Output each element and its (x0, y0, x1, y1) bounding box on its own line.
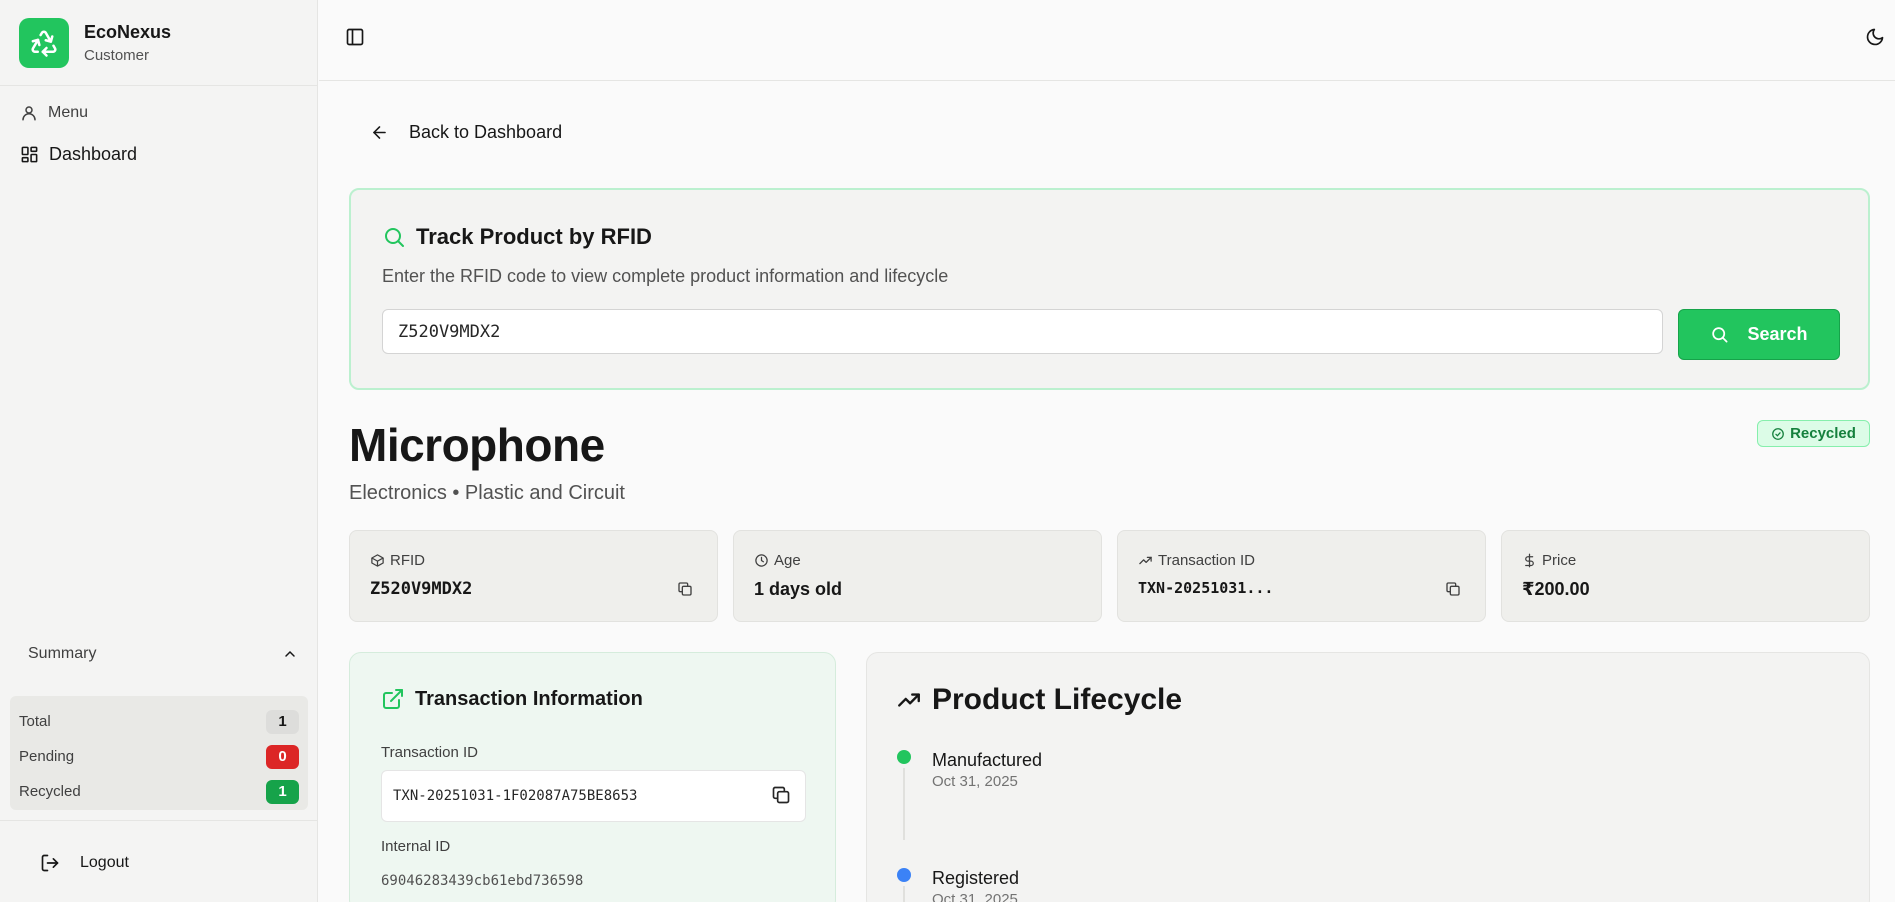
sidebar-item-label: Dashboard (49, 144, 138, 164)
product-subtitle: Electronics • Plastic and Circuit (349, 482, 625, 504)
lifecycle-title-text: Product Lifecycle (932, 683, 1183, 716)
sidebar: EcoNexus Customer Menu Dashboard Summary… (0, 0, 318, 902)
summary-toggle[interactable]: Summary (28, 645, 298, 663)
copy-icon (772, 786, 790, 804)
copy-transaction-id-button[interactable] (771, 785, 791, 809)
timeline-event-date: Oct 31, 2025 (932, 773, 1018, 790)
stat-card-transaction: Transaction ID TXN-20251031... (1117, 530, 1486, 622)
timeline-connector (903, 886, 905, 902)
search-button-label: Search (1747, 324, 1808, 344)
summary-panel: Total 1 Pending 0 Recycled 1 (10, 696, 308, 810)
summary-label: Recycled (19, 783, 81, 800)
transaction-info-card: Transaction Information Transaction ID T… (349, 652, 836, 902)
recycle-icon (19, 17, 69, 68)
summary-title: Summary (28, 645, 97, 662)
sidebar-toggle-button[interactable] (345, 27, 365, 52)
search-icon (385, 228, 404, 247)
stat-label: Age (754, 552, 801, 569)
track-description: Enter the RFID code to view complete pro… (382, 266, 949, 286)
arrow-left-icon (373, 126, 386, 139)
copy-icon (678, 582, 692, 596)
stat-card-rfid: RFID Z520V9MDX2 (349, 530, 718, 622)
count-badge: 0 (266, 744, 299, 769)
summary-row-recycled: Recycled 1 (19, 774, 299, 809)
back-to-dashboard-link[interactable]: Back to Dashboard (370, 122, 562, 143)
internal-id-value: 69046283439cb61ebd736598 (381, 873, 584, 889)
layout-dashboard-icon (21, 146, 38, 163)
clock-icon (755, 554, 768, 567)
trending-up-icon (1139, 556, 1152, 565)
search-icon (1712, 327, 1728, 343)
moon-icon (1866, 28, 1884, 46)
status-label: Recycled (1790, 425, 1856, 442)
logout-button[interactable]: Logout (40, 853, 129, 873)
transaction-title: Transaction Information (381, 687, 643, 711)
stat-label-text: RFID (390, 552, 425, 569)
summary-label: Pending (19, 748, 75, 765)
timeline-dot (897, 750, 911, 764)
logout-label: Logout (80, 854, 129, 871)
copy-transaction-button[interactable] (1445, 581, 1461, 602)
stat-label-text: Transaction ID (1158, 552, 1255, 569)
stat-label-text: Age (774, 552, 801, 569)
stat-label: Transaction ID (1138, 552, 1255, 569)
internal-id-label: Internal ID (381, 838, 451, 855)
summary-row-pending: Pending 0 (19, 739, 299, 774)
copy-icon (1446, 582, 1460, 596)
track-title: Track Product by RFID (382, 224, 652, 250)
back-label: Back to Dashboard (409, 122, 563, 142)
stat-value: 1 days old (754, 579, 843, 599)
brand-name: EcoNexus (84, 21, 172, 42)
product-lifecycle-card: Product Lifecycle Manufactured Oct 31, 2… (866, 652, 1870, 902)
user-icon (22, 106, 36, 121)
logout-icon (41, 854, 59, 872)
stat-label: RFID (370, 552, 425, 569)
track-title-text: Track Product by RFID (416, 224, 652, 249)
transaction-title-text: Transaction Information (415, 687, 643, 710)
lifecycle-title: Product Lifecycle (896, 683, 1182, 717)
menu-label-text: Menu (48, 104, 89, 121)
transaction-id-label: Transaction ID (381, 744, 478, 761)
copy-rfid-button[interactable] (677, 581, 693, 602)
status-badge: Recycled (1757, 420, 1870, 447)
check-circle-icon (1772, 427, 1784, 440)
stat-label-text: Price (1542, 552, 1577, 569)
summary-row-total: Total 1 (19, 704, 299, 739)
count-badge: 1 (266, 709, 299, 734)
theme-toggle-button[interactable] (1865, 27, 1885, 52)
stat-card-age: Age 1 days old (733, 530, 1102, 622)
track-product-card: Track Product by RFID Enter the RFID cod… (349, 188, 1870, 390)
stat-value: TXN-20251031... (1138, 579, 1274, 597)
chevron-up-icon (285, 650, 295, 657)
timeline-dot (897, 868, 911, 882)
stat-value: Z520V9MDX2 (370, 579, 473, 599)
panel-left-icon (346, 28, 364, 46)
timeline-event-date: Oct 31, 2025 (932, 891, 1018, 902)
transaction-id-field: TXN-20251031-1F02087A75BE8653 (381, 770, 806, 822)
timeline-event-name: Registered (932, 868, 1020, 888)
external-link-icon (383, 689, 403, 709)
sidebar-item-dashboard[interactable]: Dashboard (20, 144, 137, 165)
top-bar (319, 0, 1895, 81)
stat-value: ₹200.00 (1522, 579, 1590, 599)
rfid-input[interactable] (382, 309, 1663, 354)
transaction-id-value: TXN-20251031-1F02087A75BE8653 (393, 788, 638, 804)
timeline-connector (903, 768, 905, 840)
dollar-icon (1525, 553, 1534, 568)
stat-card-price: Price ₹200.00 (1501, 530, 1870, 622)
package-icon (371, 554, 384, 567)
trending-up-icon (898, 693, 920, 707)
brand-header: EcoNexus Customer (0, 0, 317, 86)
count-badge: 1 (266, 779, 299, 804)
product-title: Microphone (349, 419, 605, 471)
timeline-event-name: Manufactured (932, 750, 1043, 770)
summary-label: Total (19, 713, 51, 730)
search-button[interactable]: Search (1678, 309, 1840, 360)
menu-label: Menu (20, 104, 88, 122)
stat-label: Price (1522, 552, 1576, 569)
brand-role: Customer (84, 46, 150, 64)
